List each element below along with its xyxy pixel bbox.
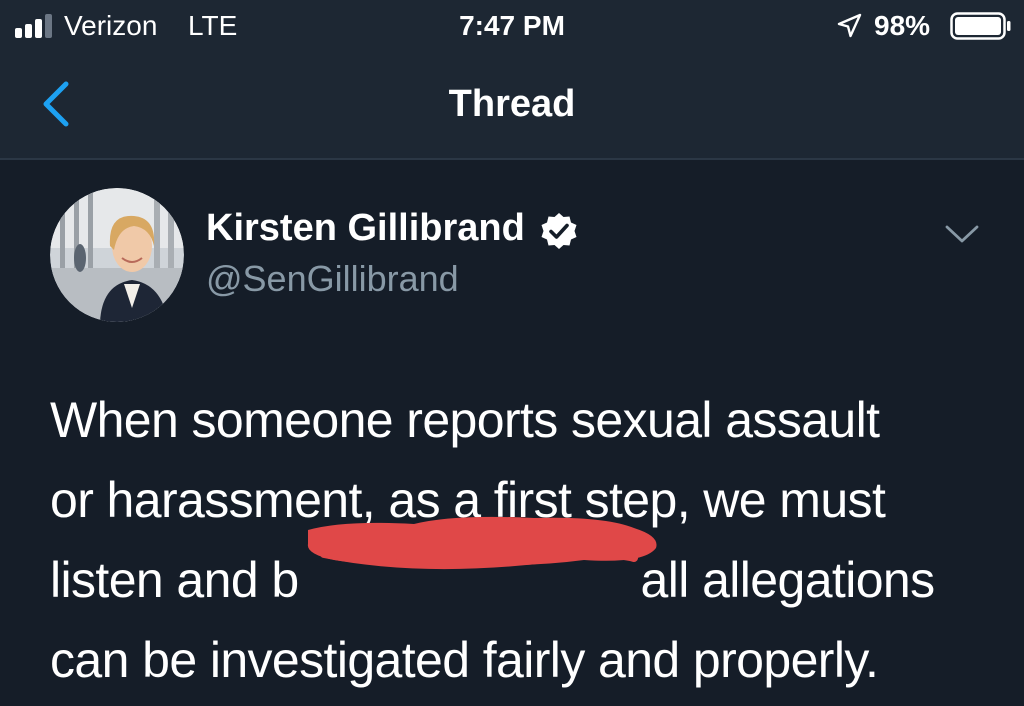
tweet-text-line: When someone reports sexual assault <box>50 392 880 448</box>
battery-percentage: 98% <box>874 10 931 41</box>
location-arrow-icon <box>837 13 862 38</box>
tweet-text-fragment: listen and b <box>50 552 299 608</box>
tweet-text-line: can be investigated fairly and properly. <box>50 632 879 688</box>
user-handle[interactable]: @SenGillibrand <box>206 258 459 300</box>
twitter-thread-screen: Verizon LTE 7:47 PM 98% Thread Kirsten G… <box>0 0 1024 706</box>
chevron-down-icon[interactable] <box>944 222 980 246</box>
display-name[interactable]: Kirsten Gillibrand <box>206 206 525 250</box>
page-title: Thread <box>448 83 576 125</box>
verified-badge-icon <box>541 213 577 249</box>
status-bar: Verizon LTE 7:47 PM 98% <box>0 0 1024 52</box>
tweet-text-line: or harassment, as a first step, we must <box>50 472 886 528</box>
avatar[interactable] <box>50 188 184 322</box>
navigation-bar: Thread <box>0 52 1024 160</box>
tweet: Kirsten Gillibrand @SenGillibrand When s… <box>0 160 1024 706</box>
battery-icon <box>950 12 1011 40</box>
tweet-text-fragment: all allegations <box>640 552 936 608</box>
status-time: 7:47 PM <box>459 10 565 41</box>
tweet-text: When someone reports sexual assault or h… <box>50 380 1010 700</box>
tweet-text-line: listen and b all allegations <box>50 540 1010 620</box>
